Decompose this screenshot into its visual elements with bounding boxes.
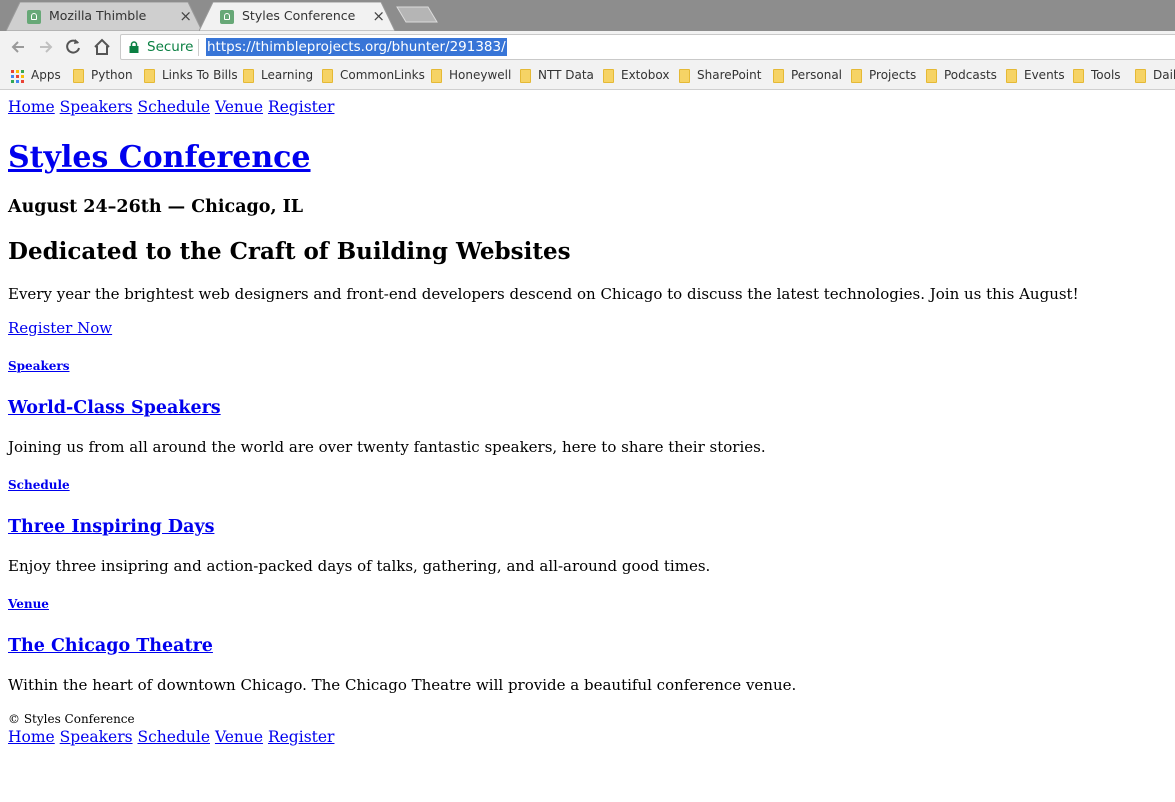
bookmark-label: Tools: [1091, 68, 1121, 82]
url-text[interactable]: https://thimbleprojects.org/bhunter/2913…: [206, 38, 507, 56]
browser-toolbar: Secure https://thimbleprojects.org/bhunt…: [0, 31, 1175, 63]
new-tab-button[interactable]: [396, 6, 438, 23]
nav-schedule-link[interactable]: Schedule: [138, 98, 211, 116]
nav-register-link[interactable]: Register: [268, 98, 335, 116]
bookmark-label: Projects: [869, 68, 917, 82]
bookmark-label: Personal: [791, 68, 843, 82]
lock-icon: [129, 41, 139, 53]
folder-icon: [603, 69, 614, 83]
event-dates: August 24–26th — Chicago, IL: [8, 197, 304, 217]
section-label-venue[interactable]: Venue: [8, 597, 49, 611]
footer-speakers-link[interactable]: Speakers: [60, 728, 133, 746]
tab-title: Styles Conference: [242, 8, 356, 23]
apps-grid-icon: [11, 70, 24, 83]
folder-icon: [520, 69, 531, 83]
folder-icon: [1073, 69, 1084, 83]
section-heading-schedule[interactable]: Three Inspiring Days: [8, 517, 214, 537]
bookmark-label: Links To Bills: [162, 68, 238, 82]
thimble-favicon-icon: [27, 10, 41, 24]
section-text-schedule: Enjoy three insipring and action-packed …: [8, 557, 711, 575]
folder-icon: [243, 69, 254, 83]
footer-nav: Home Speakers Schedule Venue Register: [8, 728, 334, 746]
folder-icon: [679, 69, 690, 83]
folder-icon: [144, 69, 155, 83]
bookmark-label: NTT Data: [538, 68, 594, 82]
back-arrow-icon[interactable]: [8, 37, 28, 57]
bookmark-label: CommonLinks: [340, 68, 425, 82]
folder-icon: [1006, 69, 1017, 83]
folder-icon: [431, 69, 442, 83]
folder-icon: [1135, 69, 1146, 83]
nav-venue-link[interactable]: Venue: [215, 98, 263, 116]
bookmarks-bar: Apps Python Links To Bills Learning Comm…: [0, 63, 1175, 90]
bookmark-label: Events: [1024, 68, 1065, 82]
register-now-link[interactable]: Register Now: [8, 319, 112, 337]
bookmark-label: Python: [91, 68, 133, 82]
tab-close-icon[interactable]: ×: [179, 7, 192, 25]
footer-register-link[interactable]: Register: [268, 728, 335, 746]
nav-speakers-link[interactable]: Speakers: [60, 98, 133, 116]
section-text-speakers: Joining us from all around the world are…: [8, 438, 766, 456]
home-icon[interactable]: [92, 37, 112, 57]
tagline-heading: Dedicated to the Craft of Building Websi…: [8, 238, 571, 265]
bookmark-label: Honeywell: [449, 68, 512, 82]
address-bar[interactable]: Secure https://thimbleprojects.org/bhunt…: [120, 34, 1175, 60]
tab-mozilla-thimble[interactable]: Mozilla Thimble ×: [6, 2, 202, 31]
tab-strip: Mozilla Thimble × Styles Conference ×: [0, 0, 1175, 31]
bookmark-label: Podcasts: [944, 68, 997, 82]
forward-arrow-icon[interactable]: [36, 37, 56, 57]
section-label-schedule[interactable]: Schedule: [8, 478, 70, 492]
header-nav: Home Speakers Schedule Venue Register: [8, 98, 334, 116]
bookmark-label: Extobox: [621, 68, 670, 82]
omnibox-divider: [198, 39, 199, 56]
folder-icon: [322, 69, 333, 83]
thimble-favicon-icon: [220, 10, 234, 24]
folder-icon: [926, 69, 937, 83]
section-text-venue: Within the heart of downtown Chicago. Th…: [8, 676, 797, 694]
folder-icon: [851, 69, 862, 83]
tab-title: Mozilla Thimble: [49, 8, 147, 23]
tab-styles-conference[interactable]: Styles Conference ×: [199, 2, 395, 31]
bookmark-label: SharePoint: [697, 68, 762, 82]
folder-icon: [73, 69, 84, 83]
section-heading-speakers[interactable]: World-Class Speakers: [8, 398, 221, 418]
tab-close-icon[interactable]: ×: [372, 7, 385, 25]
section-heading-venue[interactable]: The Chicago Theatre: [8, 636, 213, 656]
copyright-text: © Styles Conference: [8, 712, 135, 726]
section-label-speakers[interactable]: Speakers: [8, 359, 70, 373]
nav-home-link[interactable]: Home: [8, 98, 55, 116]
bookmark-label: Apps: [31, 68, 61, 82]
secure-label: Secure: [147, 39, 194, 55]
footer-venue-link[interactable]: Venue: [215, 728, 263, 746]
footer-schedule-link[interactable]: Schedule: [138, 728, 211, 746]
footer-home-link[interactable]: Home: [8, 728, 55, 746]
reload-icon[interactable]: [63, 37, 83, 57]
intro-text: Every year the brightest web designers a…: [8, 285, 1079, 303]
bookmark-label: Learning: [261, 68, 314, 82]
folder-icon: [773, 69, 784, 83]
bookmark-label: Daily: [1153, 68, 1175, 82]
site-title-link[interactable]: Styles Conference: [8, 140, 311, 175]
